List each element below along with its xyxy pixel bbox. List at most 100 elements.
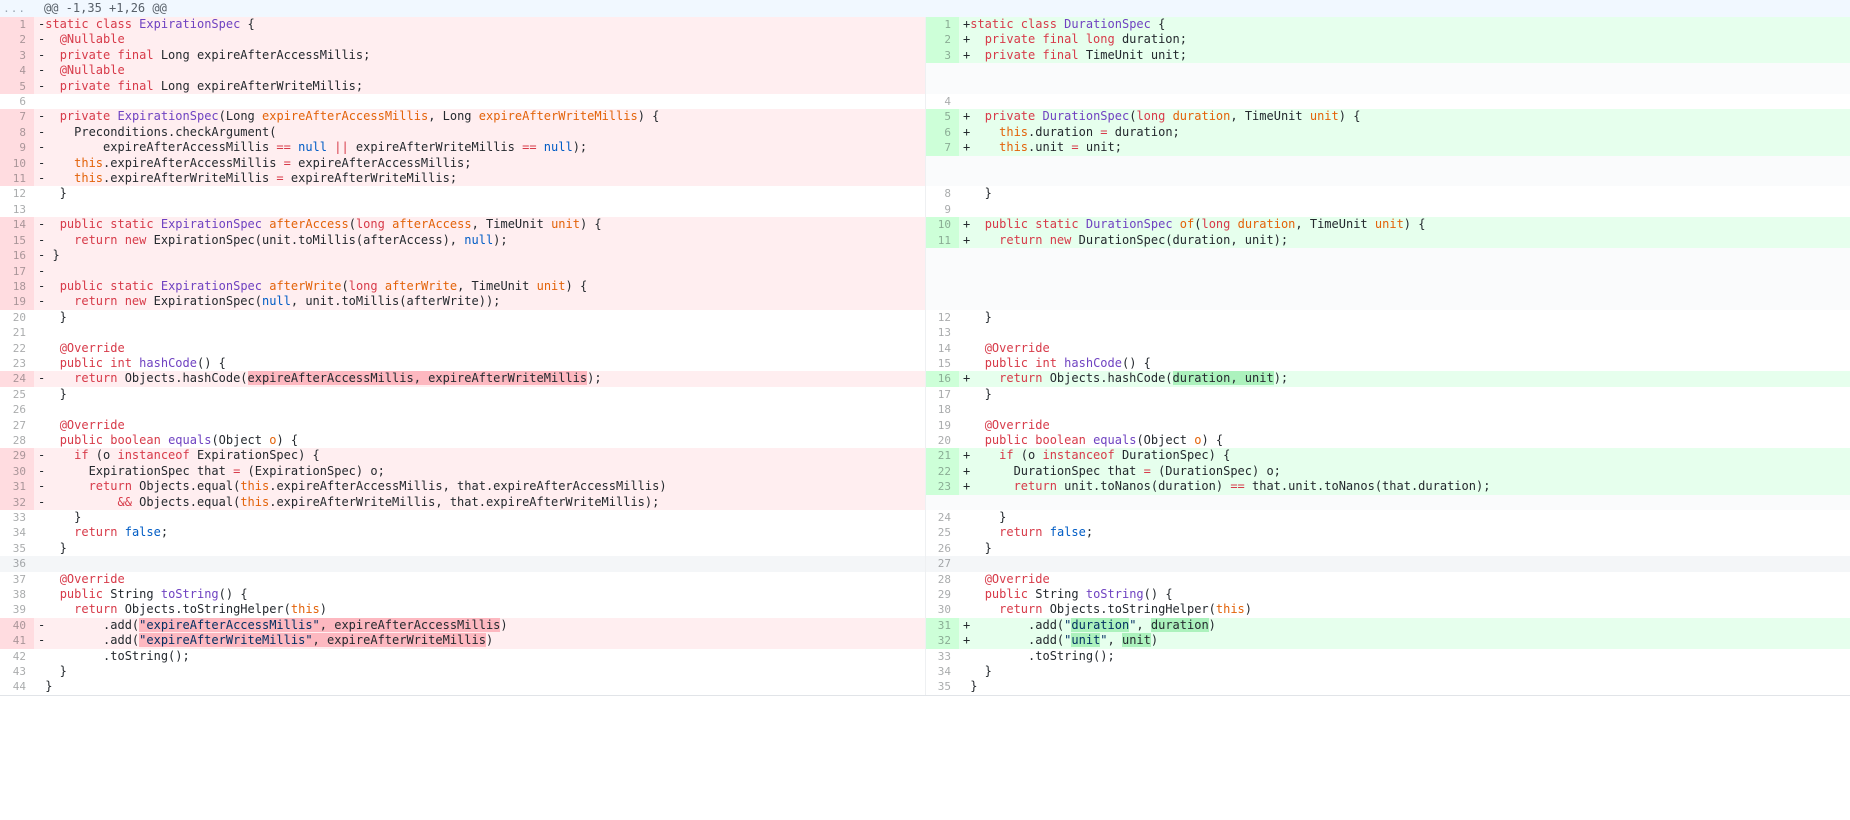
new-line-number-cell[interactable]: 2 bbox=[925, 32, 959, 47]
old-code-cell: - this.expireAfterAccessMillis = expireA… bbox=[34, 156, 925, 171]
old-line-number-cell[interactable]: 35 bbox=[0, 541, 34, 556]
new-line-number-cell[interactable]: 30 bbox=[925, 602, 959, 617]
new-line-number-cell[interactable]: 7 bbox=[925, 140, 959, 155]
old-line-number-cell[interactable]: 12 bbox=[0, 186, 34, 201]
new-line-number-cell[interactable]: 22 bbox=[925, 464, 959, 479]
diff-row: 30- ExpirationSpec that = (ExpirationSpe… bbox=[0, 464, 1850, 479]
old-line-number-cell[interactable]: 34 bbox=[0, 525, 34, 540]
old-line-number-cell[interactable]: 29 bbox=[0, 448, 34, 463]
new-line-number-cell[interactable]: 32 bbox=[925, 633, 959, 648]
new-line-number-cell[interactable]: 20 bbox=[925, 433, 959, 448]
new-line-number-cell[interactable]: 31 bbox=[925, 618, 959, 633]
old-line-number-cell[interactable]: 42 bbox=[0, 649, 34, 664]
new-line-number-cell[interactable]: 13 bbox=[925, 325, 959, 340]
old-code-cell: - public static ExpirationSpec afterAcce… bbox=[34, 217, 925, 232]
old-line-number-cell[interactable]: 9 bbox=[0, 140, 34, 155]
old-line-number-cell[interactable]: 38 bbox=[0, 587, 34, 602]
old-line-number-cell[interactable]: 37 bbox=[0, 572, 34, 587]
new-code-cell: +static class DurationSpec { bbox=[959, 17, 1850, 32]
old-line-number-cell[interactable]: 3 bbox=[0, 48, 34, 63]
new-line-number-cell[interactable]: 5 bbox=[925, 109, 959, 124]
new-line-number-cell[interactable]: 14 bbox=[925, 341, 959, 356]
expand-hunk-button[interactable]: ... bbox=[0, 0, 34, 17]
old-line-number-cell[interactable]: 10 bbox=[0, 156, 34, 171]
new-line-number-cell[interactable]: 8 bbox=[925, 186, 959, 201]
old-line-number-cell[interactable]: 24 bbox=[0, 371, 34, 386]
new-line-number-cell[interactable]: 26 bbox=[925, 541, 959, 556]
new-line-number-cell[interactable]: 35 bbox=[925, 679, 959, 694]
old-line-number-cell[interactable]: 22 bbox=[0, 341, 34, 356]
new-line-number-cell[interactable]: 4 bbox=[925, 94, 959, 109]
old-line-number-cell[interactable]: 8 bbox=[0, 125, 34, 140]
old-line-number-cell[interactable]: 28 bbox=[0, 433, 34, 448]
old-line-number-cell[interactable]: 18 bbox=[0, 279, 34, 294]
new-line-number-cell[interactable]: 21 bbox=[925, 448, 959, 463]
old-line-number-cell[interactable]: 14 bbox=[0, 217, 34, 232]
new-line-number-cell[interactable]: 3 bbox=[925, 48, 959, 63]
old-line-number-cell[interactable]: 2 bbox=[0, 32, 34, 47]
old-line-number-cell[interactable]: 1 bbox=[0, 17, 34, 32]
new-line-number-cell[interactable]: 11 bbox=[925, 233, 959, 248]
old-code-cell: - private ExpirationSpec(Long expireAfte… bbox=[34, 109, 925, 124]
old-line-number-cell[interactable]: 20 bbox=[0, 310, 34, 325]
new-line-number-cell[interactable]: 25 bbox=[925, 525, 959, 540]
old-line-number-cell[interactable]: 11 bbox=[0, 171, 34, 186]
old-line-number-cell[interactable]: 4 bbox=[0, 63, 34, 78]
old-code-cell: } bbox=[34, 387, 925, 402]
hunk-header-row: ... @@ -1,35 +1,26 @@ bbox=[0, 0, 1850, 17]
old-line-number-cell[interactable]: 36 bbox=[0, 556, 34, 571]
old-line-number-cell[interactable]: 39 bbox=[0, 602, 34, 617]
new-line-number-cell[interactable]: 24 bbox=[925, 510, 959, 525]
old-code-cell: - } bbox=[34, 248, 925, 263]
old-code-cell: - ExpirationSpec that = (ExpirationSpec)… bbox=[34, 464, 925, 479]
old-line-number-cell[interactable]: 32 bbox=[0, 495, 34, 510]
diff-row: 29- if (o instanceof ExpirationSpec) {21… bbox=[0, 448, 1850, 463]
new-line-number-cell[interactable]: 34 bbox=[925, 664, 959, 679]
old-code-cell: - public static ExpirationSpec afterWrit… bbox=[34, 279, 925, 294]
old-line-number-cell[interactable]: 40 bbox=[0, 618, 34, 633]
new-line-number-cell[interactable]: 10 bbox=[925, 217, 959, 232]
diff-row: 64 bbox=[0, 94, 1850, 109]
new-line-number-cell[interactable]: 15 bbox=[925, 356, 959, 371]
diff-row: 42 .toString();33 .toString(); bbox=[0, 649, 1850, 664]
new-line-number-cell[interactable]: 19 bbox=[925, 418, 959, 433]
old-line-number-cell[interactable]: 15 bbox=[0, 233, 34, 248]
new-line-number-cell[interactable]: 28 bbox=[925, 572, 959, 587]
old-code-cell: } bbox=[34, 186, 925, 201]
new-line-number-cell[interactable]: 29 bbox=[925, 587, 959, 602]
new-code-cell: + this.duration = duration; bbox=[959, 125, 1850, 140]
new-line-number-cell[interactable]: 27 bbox=[925, 556, 959, 571]
old-line-number-cell[interactable]: 23 bbox=[0, 356, 34, 371]
new-line-number-cell[interactable]: 6 bbox=[925, 125, 959, 140]
old-line-number-cell[interactable]: 43 bbox=[0, 664, 34, 679]
new-line-number-cell[interactable]: 16 bbox=[925, 371, 959, 386]
old-line-number-cell[interactable]: 33 bbox=[0, 510, 34, 525]
new-code-cell: } bbox=[959, 679, 1850, 694]
old-line-number-cell[interactable]: 27 bbox=[0, 418, 34, 433]
old-line-number-cell[interactable]: 26 bbox=[0, 402, 34, 417]
old-line-number-cell[interactable]: 7 bbox=[0, 109, 34, 124]
old-line-number-cell[interactable]: 41 bbox=[0, 633, 34, 648]
new-line-number-cell[interactable]: 1 bbox=[925, 17, 959, 32]
new-line-number-cell[interactable]: 12 bbox=[925, 310, 959, 325]
new-code-cell: + return Objects.hashCode(duration, unit… bbox=[959, 371, 1850, 386]
new-code-cell bbox=[959, 202, 1850, 217]
old-line-number-cell[interactable]: 13 bbox=[0, 202, 34, 217]
old-line-number-cell[interactable]: 17 bbox=[0, 264, 34, 279]
new-line-number-cell[interactable]: 9 bbox=[925, 202, 959, 217]
old-line-number-cell[interactable]: 5 bbox=[0, 79, 34, 94]
new-line-number-cell[interactable]: 17 bbox=[925, 387, 959, 402]
old-line-number-cell[interactable]: 21 bbox=[0, 325, 34, 340]
old-line-number-cell[interactable]: 19 bbox=[0, 294, 34, 309]
old-code-cell: } bbox=[34, 664, 925, 679]
old-line-number-cell[interactable]: 25 bbox=[0, 387, 34, 402]
old-line-number-cell[interactable]: 31 bbox=[0, 479, 34, 494]
new-line-number-cell[interactable]: 33 bbox=[925, 649, 959, 664]
old-line-number-cell[interactable]: 6 bbox=[0, 94, 34, 109]
old-line-number-cell[interactable]: 44 bbox=[0, 679, 34, 694]
old-line-number-cell[interactable]: 16 bbox=[0, 248, 34, 263]
old-line-number-cell[interactable]: 30 bbox=[0, 464, 34, 479]
old-code-cell: - .add("expireAfterAccessMillis", expire… bbox=[34, 618, 925, 633]
new-line-number-cell[interactable]: 23 bbox=[925, 479, 959, 494]
new-line-number-cell[interactable]: 18 bbox=[925, 402, 959, 417]
